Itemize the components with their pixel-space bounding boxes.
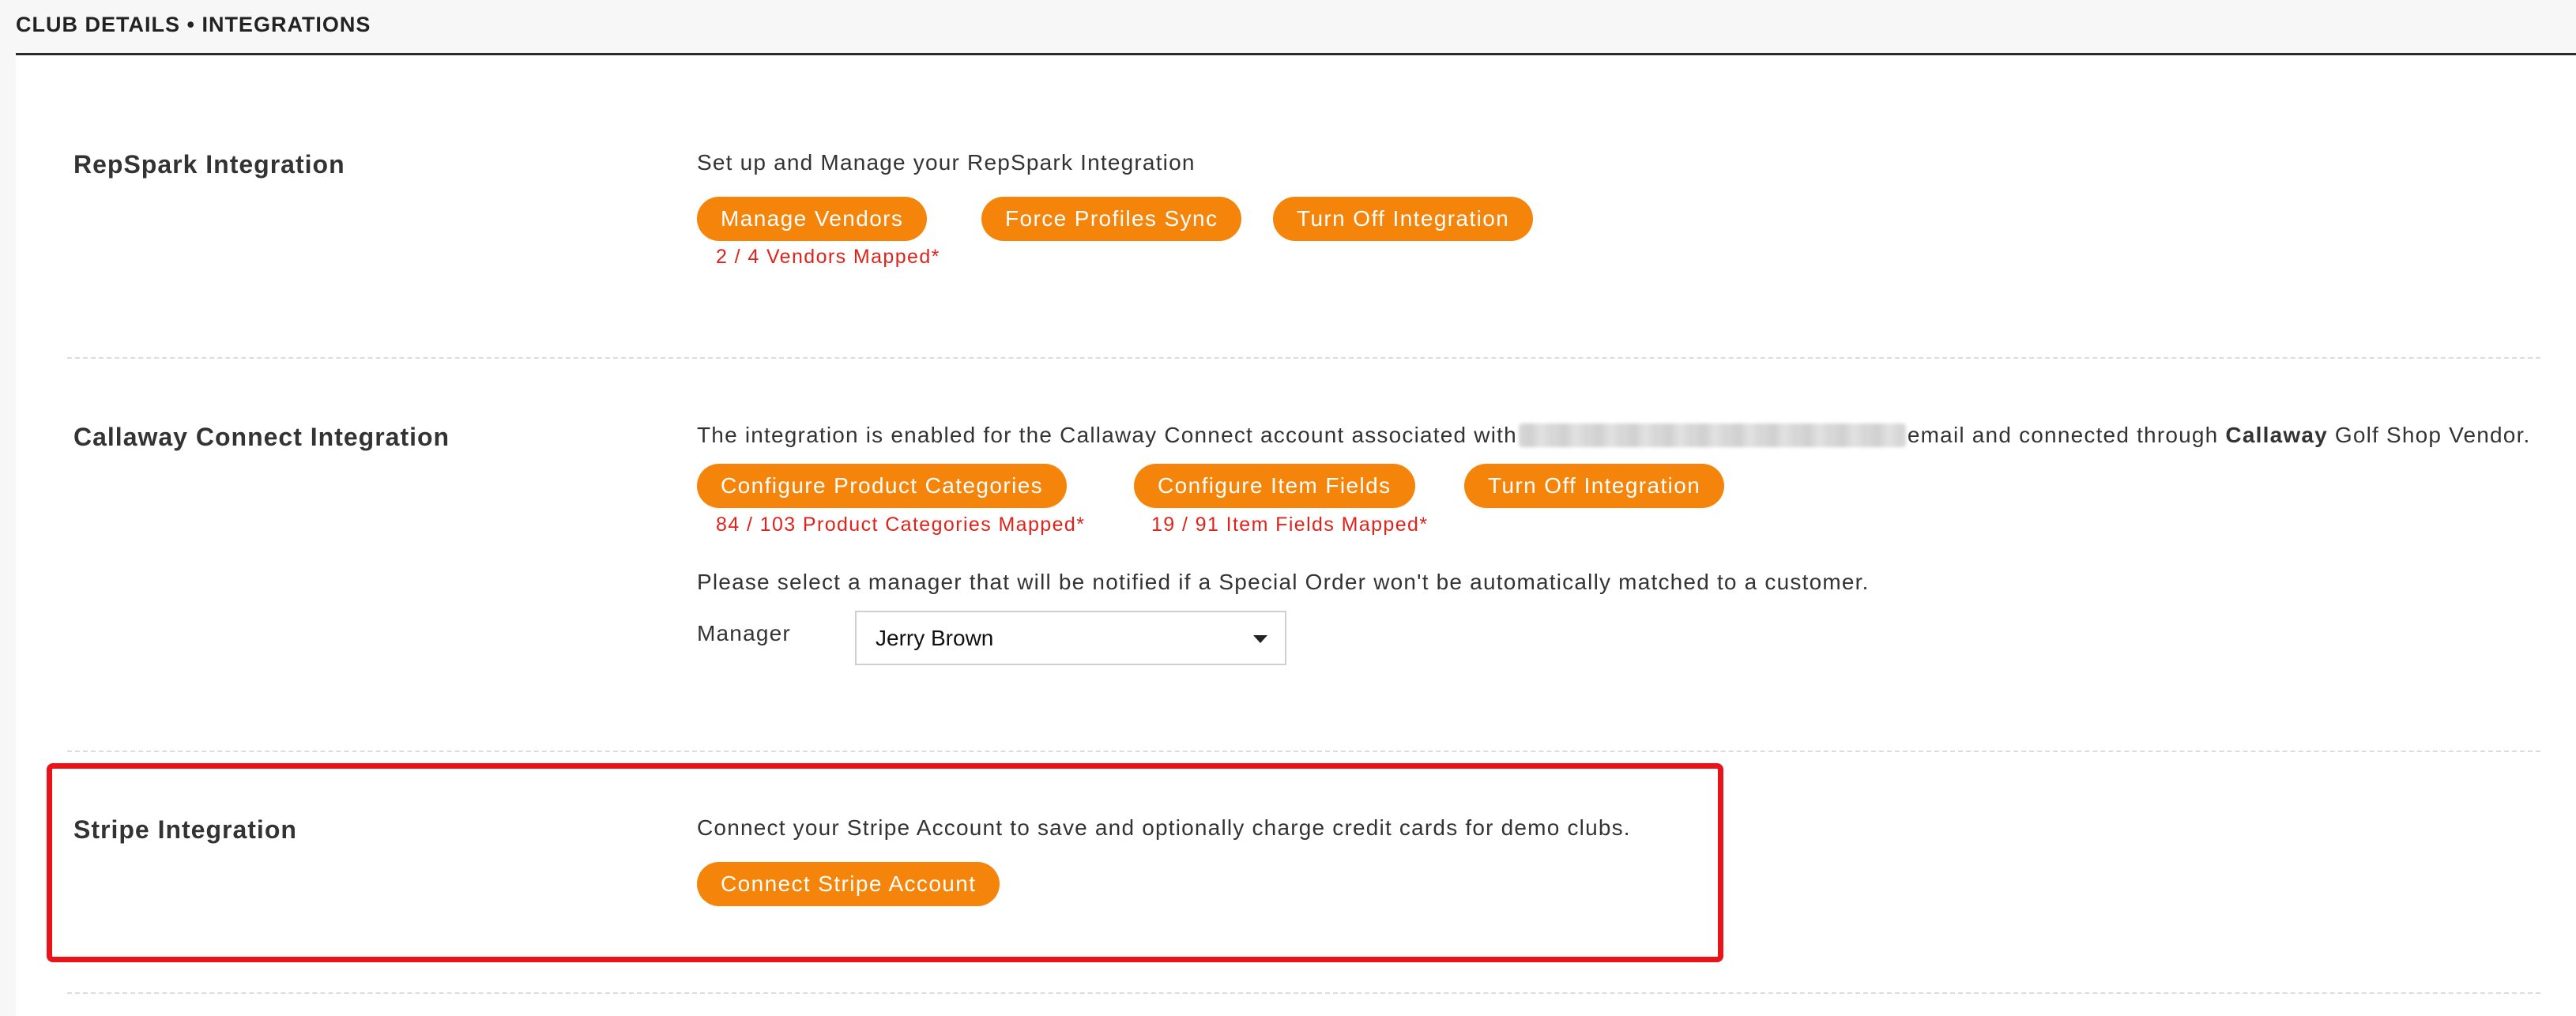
header-divider [16,53,2576,55]
left-gutter [0,55,16,1016]
section-divider [67,992,2540,994]
repspark-section-title: RepSpark Integration [73,150,345,179]
item-fields-mapped-note: 19 / 91 Item Fields Mapped* [1151,514,1429,536]
breadcrumb: CLUB DETAILS • INTEGRATIONS [16,13,371,36]
vendors-mapped-note: 2 / 4 Vendors Mapped* [716,246,940,268]
manage-vendors-button[interactable]: Manage Vendors [697,197,928,241]
section-divider [67,357,2540,359]
manager-label: Manager [697,621,791,645]
page: CLUB DETAILS • INTEGRATIONS RepSpark Int… [0,0,2576,1016]
section-divider [67,751,2540,752]
callaway-description-start: The integration is enabled for the Calla… [697,423,1517,447]
top-header-bar: CLUB DETAILS • INTEGRATIONS [0,0,2576,55]
repspark-description: Set up and Manage your RepSpark Integrat… [697,150,1196,175]
repspark-turn-off-integration-button[interactable]: Turn Off Integration [1273,197,1534,241]
redacted-email [1518,423,1906,447]
caret-down-icon [1253,635,1267,643]
callaway-description-end: Golf Shop Vendor. [2334,423,2531,447]
configure-product-categories-button[interactable]: Configure Product Categories [697,464,1068,508]
manager-prompt: Please select a manager that will be not… [697,570,1870,594]
stripe-highlight-box [47,763,1723,962]
product-categories-mapped-note: 84 / 103 Product Categories Mapped* [716,514,1086,536]
callaway-turn-off-integration-button[interactable]: Turn Off Integration [1464,464,1725,508]
configure-item-fields-button[interactable]: Configure Item Fields [1134,464,1415,508]
callaway-vendor-name: Callaway [2225,423,2328,447]
callaway-description-mid: email and connected through [1907,423,2219,447]
callaway-section-title: Callaway Connect Integration [73,423,450,451]
callaway-description: The integration is enabled for the Calla… [697,423,2531,448]
manager-selected-value: Jerry Brown [876,626,994,650]
manager-select[interactable]: Jerry Brown [855,611,1286,665]
force-profiles-sync-button[interactable]: Force Profiles Sync [981,197,1242,241]
